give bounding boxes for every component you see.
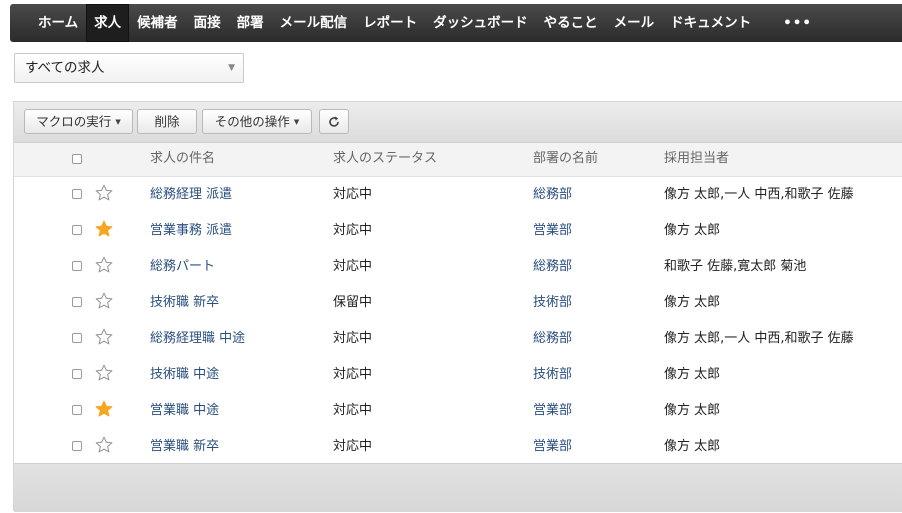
star-outline-icon[interactable] bbox=[95, 184, 113, 202]
row-checkbox[interactable] bbox=[72, 405, 82, 415]
row-checkbox[interactable] bbox=[72, 441, 82, 451]
nav-item-mail-delivery[interactable]: メール配信 bbox=[272, 4, 356, 42]
recruiter-names: 像方 太郎,一人 中西,和歌子 佐藤 bbox=[664, 331, 854, 346]
row-checkbox[interactable] bbox=[72, 297, 82, 307]
table-row[interactable]: 総務経理職 中途 対応中 総務部 像方 太郎,一人 中西,和歌子 佐藤 bbox=[14, 321, 902, 358]
recruiter-names: 像方 太郎 bbox=[664, 439, 721, 454]
table-row[interactable]: 総務パート 対応中 総務部 和歌子 佐藤,寛太郎 菊池 bbox=[14, 249, 902, 286]
refresh-icon bbox=[329, 116, 339, 127]
nav-item-jobs[interactable]: 求人 bbox=[86, 4, 130, 42]
nav-item-home[interactable]: ホーム bbox=[30, 4, 86, 42]
nav-item-dashboard[interactable]: ダッシュボード bbox=[425, 4, 536, 42]
job-status: 対応中 bbox=[333, 331, 373, 346]
table-row[interactable]: 営業事務 派遣 対応中 営業部 像方 太郎 bbox=[14, 213, 902, 250]
job-status: 対応中 bbox=[333, 187, 373, 202]
recruiter-names: 像方 太郎,一人 中西,和歌子 佐藤 bbox=[664, 187, 854, 202]
job-status: 対応中 bbox=[333, 367, 373, 382]
table-row[interactable]: 技術職 中途 対応中 技術部 像方 太郎 bbox=[14, 357, 902, 394]
row-checkbox[interactable] bbox=[72, 333, 82, 343]
caret-down-icon: ▼ bbox=[293, 118, 300, 126]
other-actions-button[interactable]: その他の操作 ▼ bbox=[202, 109, 312, 134]
department-link[interactable]: 営業部 bbox=[533, 393, 572, 428]
star-outline-icon[interactable] bbox=[95, 364, 113, 382]
list-toolbar: マクロの実行 ▼ 削除 その他の操作 ▼ bbox=[14, 102, 902, 143]
job-title-link[interactable]: 営業職 新卒 bbox=[150, 429, 219, 464]
star-filled-icon[interactable] bbox=[95, 220, 113, 238]
caret-down-icon: ▼ bbox=[228, 63, 235, 73]
recruiter-names: 像方 太郎 bbox=[664, 367, 721, 382]
refresh-button[interactable] bbox=[319, 109, 349, 134]
select-all-checkbox[interactable] bbox=[72, 154, 82, 164]
other-actions-label: その他の操作 bbox=[214, 114, 290, 129]
job-title-link[interactable]: 営業事務 派遣 bbox=[150, 213, 232, 248]
job-title-link[interactable]: 総務パート bbox=[150, 249, 215, 284]
star-outline-icon[interactable] bbox=[95, 436, 113, 454]
job-title-link[interactable]: 総務経理職 中途 bbox=[150, 321, 245, 356]
nav-item-mail[interactable]: メール bbox=[606, 4, 663, 42]
column-header-department[interactable]: 部署の名前 bbox=[533, 143, 598, 175]
nav-more-menu[interactable]: ••• bbox=[775, 4, 820, 42]
job-title-link[interactable]: 営業職 中途 bbox=[150, 393, 219, 428]
job-status: 対応中 bbox=[333, 403, 373, 418]
run-macro-button[interactable]: マクロの実行 ▼ bbox=[24, 109, 133, 134]
star-filled-icon[interactable] bbox=[95, 400, 113, 418]
department-link[interactable]: 総務部 bbox=[533, 249, 572, 284]
nav-item-candidates[interactable]: 候補者 bbox=[129, 4, 186, 42]
job-status: 対応中 bbox=[333, 439, 373, 454]
run-macro-label: マクロの実行 bbox=[36, 114, 112, 129]
job-status: 対応中 bbox=[333, 223, 373, 238]
job-title-link[interactable]: 総務経理 派遣 bbox=[150, 177, 232, 212]
top-navigation: ホーム 求人 候補者 面接 部署 メール配信 レポート ダッシュボード やること… bbox=[10, 4, 902, 42]
recruiter-names: 像方 太郎 bbox=[664, 223, 721, 238]
nav-item-todo[interactable]: やること bbox=[536, 4, 606, 42]
job-title-link[interactable]: 技術職 中途 bbox=[150, 357, 219, 392]
column-header-title[interactable]: 求人の件名 bbox=[150, 143, 215, 175]
panel-footer bbox=[14, 463, 902, 512]
department-link[interactable]: 営業部 bbox=[533, 429, 572, 464]
nav-item-interviews[interactable]: 面接 bbox=[186, 4, 229, 42]
job-status: 対応中 bbox=[333, 259, 373, 274]
recruiter-names: 像方 太郎 bbox=[664, 295, 721, 310]
job-title-link[interactable]: 技術職 新卒 bbox=[150, 285, 219, 320]
star-outline-icon[interactable] bbox=[95, 292, 113, 310]
star-outline-icon[interactable] bbox=[95, 328, 113, 346]
department-link[interactable]: 総務部 bbox=[533, 177, 572, 212]
recruiter-names: 和歌子 佐藤,寛太郎 菊池 bbox=[664, 259, 807, 274]
department-link[interactable]: 技術部 bbox=[533, 357, 572, 392]
caret-down-icon: ▼ bbox=[115, 118, 121, 126]
table-row[interactable]: 総務経理 派遣 対応中 総務部 像方 太郎,一人 中西,和歌子 佐藤 bbox=[14, 177, 902, 214]
nav-item-documents[interactable]: ドキュメント bbox=[662, 4, 759, 42]
row-checkbox[interactable] bbox=[72, 261, 82, 271]
department-link[interactable]: 営業部 bbox=[533, 213, 572, 248]
job-status: 保留中 bbox=[333, 295, 373, 310]
recruiter-names: 像方 太郎 bbox=[664, 403, 721, 418]
delete-button[interactable]: 削除 bbox=[137, 109, 197, 134]
table-row[interactable]: 営業職 中途 対応中 営業部 像方 太郎 bbox=[14, 393, 902, 430]
row-checkbox[interactable] bbox=[72, 369, 82, 379]
job-filter-select[interactable]: すべての求人 ▼ bbox=[14, 53, 244, 83]
jobs-list-panel: マクロの実行 ▼ 削除 その他の操作 ▼ 求人の件名 求人のステータス 部署の名前 … bbox=[13, 101, 902, 512]
column-header-recruiter[interactable]: 採用担当者 bbox=[664, 143, 729, 175]
row-checkbox[interactable] bbox=[72, 189, 82, 199]
table-header: 求人の件名 求人のステータス 部署の名前 採用担当者 bbox=[14, 143, 902, 177]
star-outline-icon[interactable] bbox=[95, 256, 113, 274]
nav-item-departments[interactable]: 部署 bbox=[229, 4, 272, 42]
department-link[interactable]: 総務部 bbox=[533, 321, 572, 356]
job-filter-value: すべての求人 bbox=[25, 60, 105, 76]
table-row[interactable]: 営業職 新卒 対応中 営業部 像方 太郎 bbox=[14, 429, 902, 466]
delete-label: 削除 bbox=[154, 114, 180, 129]
table-row[interactable]: 技術職 新卒 保留中 技術部 像方 太郎 bbox=[14, 285, 902, 322]
nav-item-reports[interactable]: レポート bbox=[355, 4, 425, 42]
column-header-status[interactable]: 求人のステータス bbox=[333, 143, 437, 175]
department-link[interactable]: 技術部 bbox=[533, 285, 572, 320]
row-checkbox[interactable] bbox=[72, 225, 82, 235]
